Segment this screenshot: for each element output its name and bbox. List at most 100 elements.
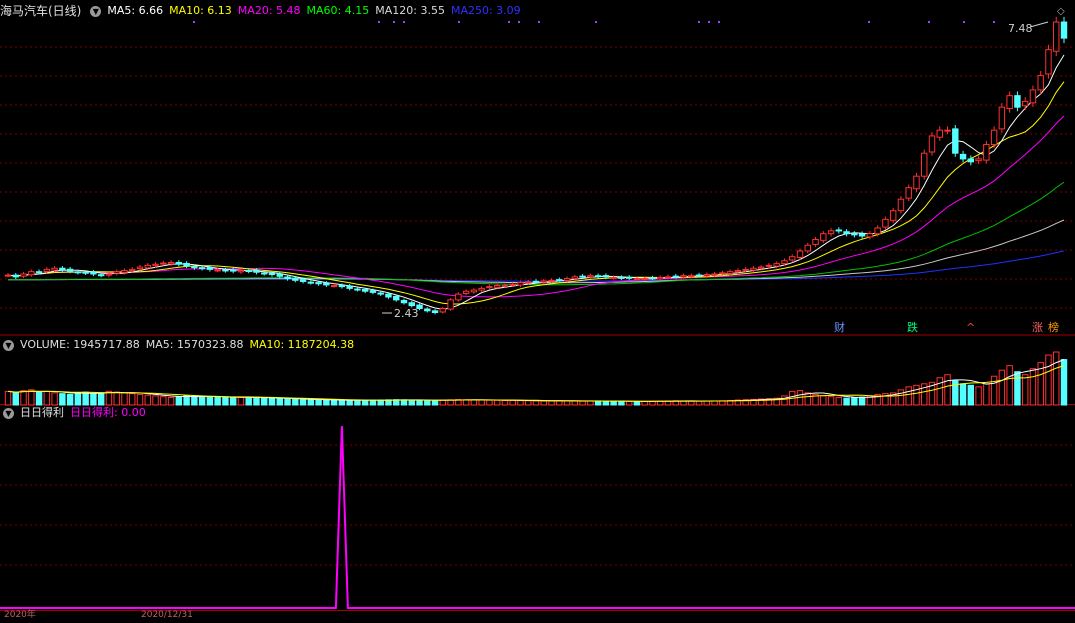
- candle-body: [967, 158, 975, 163]
- candle-body: [346, 285, 353, 289]
- candle-body: [913, 175, 920, 190]
- candle-body: [990, 129, 998, 146]
- volume-bar: [517, 400, 524, 406]
- candle-body: [361, 289, 369, 292]
- volume-bar: [587, 400, 594, 406]
- volume-bar: [144, 394, 151, 406]
- volume-bar: [424, 399, 431, 406]
- candle-body: [812, 238, 819, 245]
- candle-body: [750, 267, 757, 271]
- volume-bar: [97, 392, 105, 406]
- candle-body: [579, 275, 586, 278]
- candle-body: [820, 233, 827, 241]
- volume-bar: [563, 400, 571, 406]
- volume-bar: [501, 399, 509, 406]
- price-toggle-icon[interactable]: ▼: [90, 5, 102, 17]
- candle-body: [261, 272, 268, 275]
- volume-bar: [330, 399, 338, 406]
- indicator-header: ▼ 日日得利 日日得利: 0.00: [0, 405, 146, 421]
- volume-bar: [361, 399, 369, 406]
- candle-body: [618, 276, 625, 279]
- candle-body: [921, 152, 928, 177]
- title-stock-name[interactable]: 海马汽车(日线): [0, 3, 81, 19]
- volume-bar: [804, 392, 811, 406]
- volume-bar: [571, 400, 579, 406]
- signal-dot: [508, 21, 510, 23]
- event-marker-finance[interactable]: 财: [834, 321, 845, 334]
- candle-body: [424, 308, 431, 312]
- volume-bar: [1021, 374, 1029, 406]
- volume-bar: [641, 400, 648, 406]
- volume-bar: [66, 393, 74, 406]
- event-marker-arrow[interactable]: ^: [966, 321, 975, 334]
- candle-body: [222, 269, 229, 272]
- candle-body: [12, 274, 19, 278]
- volume-ma5-label: MA5: 1570323.88: [145, 338, 244, 351]
- volume-bar: [261, 397, 268, 406]
- volume-bar: [214, 396, 221, 406]
- candle-body: [191, 266, 198, 269]
- candle-body: [214, 269, 221, 272]
- volume-bar: [323, 399, 330, 406]
- volume-bar: [4, 390, 12, 406]
- candle-body: [74, 271, 82, 274]
- ma120-line: [8, 219, 1065, 284]
- candle-body: [525, 281, 532, 284]
- event-marker-drop[interactable]: 跌: [907, 321, 918, 334]
- volume-bar: [625, 400, 633, 406]
- volume-ma10-label: MA10: 1187204.38: [249, 338, 355, 351]
- volume-bar: [1014, 371, 1021, 406]
- candle-body: [501, 284, 509, 287]
- candle-body: [556, 279, 563, 282]
- volume-bar: [129, 393, 136, 406]
- volume-bar: [781, 395, 788, 406]
- volume-bar: [229, 397, 237, 406]
- event-marker-rise[interactable]: 涨: [1032, 321, 1043, 334]
- volume-bar: [175, 396, 183, 406]
- candle-body: [540, 280, 547, 283]
- volume-bar: [74, 392, 82, 406]
- candle-body: [307, 281, 315, 284]
- candle-body: [97, 274, 105, 277]
- volume-bar: [540, 400, 547, 406]
- volume-bar: [90, 393, 97, 406]
- candle-body: [649, 277, 656, 280]
- volume-bar: [525, 400, 532, 406]
- volume-bar: [983, 383, 990, 406]
- indicator-toggle-icon[interactable]: ▼: [3, 407, 14, 419]
- volume-bar: [1045, 354, 1052, 406]
- volume-bar: [315, 399, 322, 406]
- volume-bar: [253, 397, 260, 406]
- volume-toggle-icon[interactable]: ▼: [3, 339, 14, 351]
- candle-body: [354, 288, 361, 291]
- signal-dot: [718, 21, 720, 23]
- price-header: 海马汽车(日线) ▼ MA5: 6.66 MA10: 6.13 MA20: 5.…: [0, 3, 521, 19]
- candle-body: [897, 198, 905, 212]
- volume-bar: [369, 399, 377, 406]
- candle-body: [796, 250, 804, 259]
- volume-bar: [191, 395, 198, 406]
- volume-bar: [633, 401, 641, 406]
- candle-body: [998, 106, 1006, 130]
- candle-body: [843, 231, 850, 235]
- candle-body: [548, 279, 555, 282]
- candle-body: [105, 273, 113, 276]
- volume-bar: [206, 396, 214, 406]
- indicator-name[interactable]: 日日得利: [20, 405, 64, 421]
- volume-bar: [959, 383, 967, 406]
- volume-bar: [121, 392, 128, 406]
- volume-bar: [299, 399, 307, 406]
- candle-body: [734, 270, 742, 273]
- scroll-diamond-icon[interactable]: ◇: [1057, 5, 1065, 18]
- volume-bar: [486, 399, 493, 406]
- candle-body: [509, 283, 516, 286]
- event-marker-list[interactable]: 榜: [1048, 321, 1059, 334]
- candle-body: [462, 290, 470, 294]
- candle-body: [1029, 89, 1037, 104]
- volume-bar: [975, 386, 982, 406]
- signal-dot: [928, 21, 930, 23]
- candle-body: [695, 274, 703, 277]
- candle-body: [299, 279, 307, 282]
- volume-bar: [82, 391, 89, 406]
- candle-body: [268, 272, 276, 276]
